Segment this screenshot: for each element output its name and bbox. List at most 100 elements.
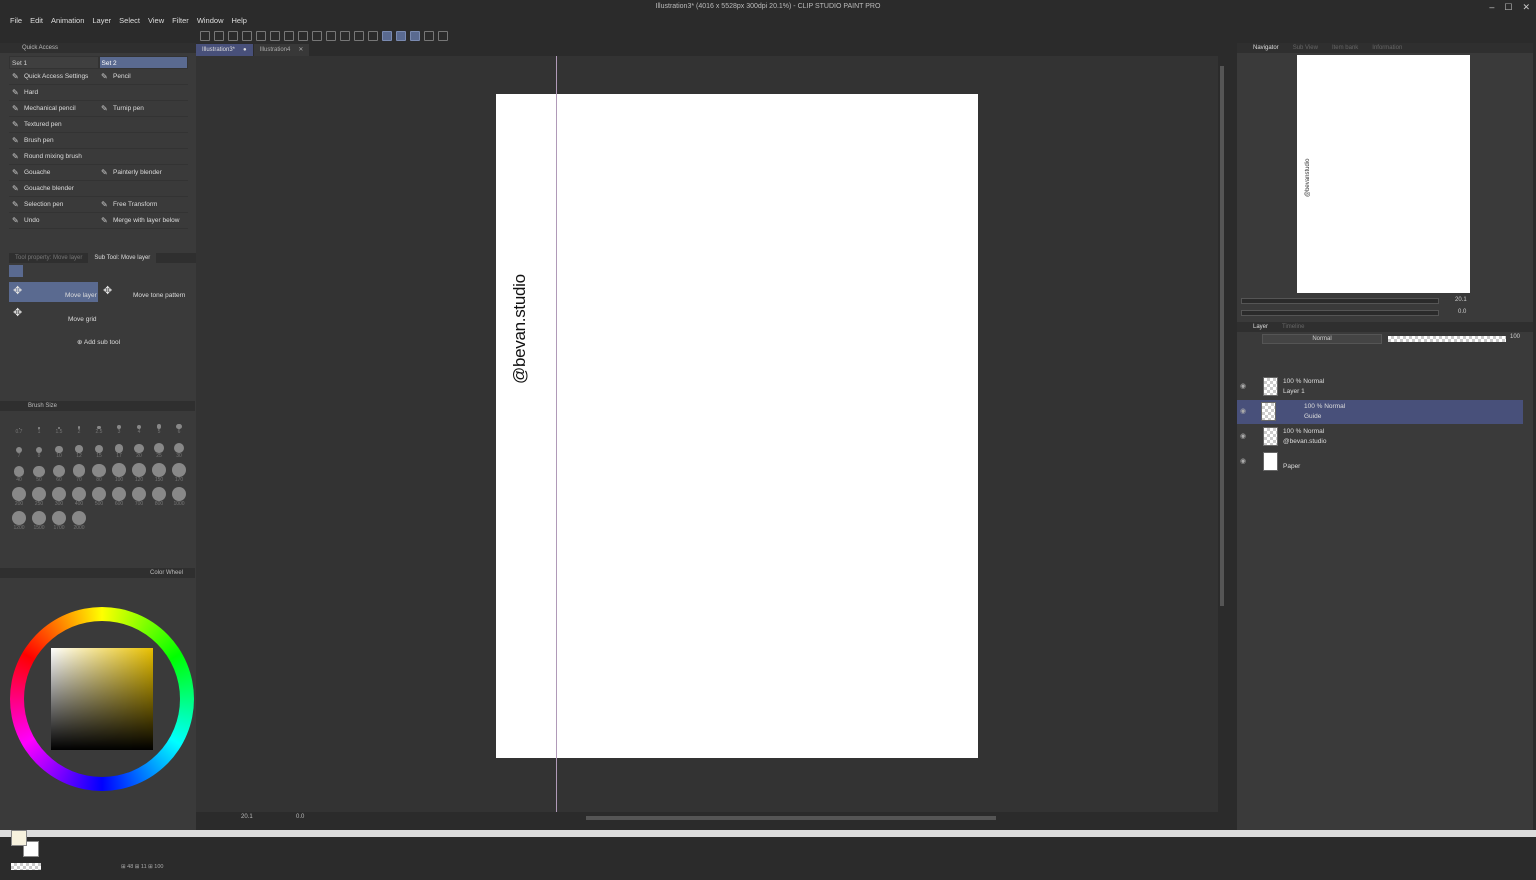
tab-sub-view[interactable]: Sub View [1293,43,1318,53]
move-tool-icon[interactable] [9,265,23,277]
brush-size-preset[interactable]: 2.5 [89,415,109,435]
navigator-rotate-slider[interactable] [1241,310,1439,316]
primary-color-swatch[interactable] [11,830,27,846]
menu-select[interactable]: Select [115,14,144,28]
brush-size-preset[interactable]: 17 [109,439,129,459]
brush-size-preset[interactable]: 1200 [9,511,29,531]
tab-sub-tool[interactable]: Sub Tool: Move layer [88,253,157,263]
vertical-scrollbar[interactable] [1218,56,1226,812]
brush-size-preset[interactable]: 500 [89,487,109,507]
quick-access-item[interactable]: ✎ Hard [9,85,98,101]
brush-size-preset[interactable]: 1.5 [49,415,69,435]
undo-icon[interactable] [256,31,266,41]
brush-size-preset[interactable]: 150 [149,463,169,483]
brush-size-preset[interactable]: 1500 [29,511,49,531]
opacity-value[interactable]: 100 [1510,334,1520,340]
subtool-move-tone-pattern[interactable]: ✥ Move tone pattern [99,282,195,302]
menu-help[interactable]: Help [228,14,251,28]
brush-size-preset[interactable]: 170 [169,463,189,483]
brush-size-preset[interactable]: 50 [29,463,49,483]
quick-access-item[interactable]: ✎ Gouache [9,165,98,181]
layer-row[interactable]: ◉ 100 % Normal Guide [1237,400,1523,424]
close-button[interactable]: ✕ [1522,0,1530,14]
brush-size-preset[interactable]: 5 [149,415,169,435]
menu-file[interactable]: File [6,14,26,28]
crop-icon[interactable] [368,31,378,41]
brush-size-preset[interactable]: 70 [69,463,89,483]
guide-line[interactable] [556,56,557,812]
layer-row[interactable]: ◉ 100 % Normal @bevan.studio [1237,425,1523,449]
transform-icon[interactable] [326,31,336,41]
brush-size-preset[interactable]: 250 [29,487,49,507]
canvas-area[interactable]: @bevan.studio [196,56,1226,812]
quick-access-item[interactable]: ✎ Mechanical pencil [9,101,98,117]
canvas-zoom-value[interactable]: 20.1 [241,814,253,820]
loading-icon[interactable] [284,31,294,41]
canvas-paper[interactable]: @bevan.studio [496,56,978,812]
save-icon[interactable] [242,31,252,41]
fill-icon[interactable] [312,31,322,41]
brush-size-preset[interactable]: 20 [129,439,149,459]
tab-information[interactable]: Information [1372,43,1402,53]
canvas-rotation-value[interactable]: 0.0 [296,814,304,820]
brush-size-preset[interactable]: 8 [29,439,49,459]
layer-row[interactable]: ◉ 100 % Normal Layer 1 [1237,375,1523,399]
brush-size-preset[interactable]: 600 [109,487,129,507]
brush-size-preset[interactable]: 12 [69,439,89,459]
quick-access-item[interactable]: ✎ Pencil [98,69,188,85]
opacity-slider[interactable] [1388,336,1506,342]
eye-icon[interactable]: ◉ [1240,382,1246,390]
brush-size-preset[interactable]: 6 [169,415,189,435]
subtool-move-layer[interactable]: ✥ Move layer [9,282,98,302]
minimize-button[interactable]: – [1489,0,1494,14]
quick-access-item[interactable]: ✎ Quick Access Settings [9,69,98,85]
redo-icon[interactable] [270,31,280,41]
navigator-zoom-value[interactable]: 20.1 [1455,297,1467,303]
brush-size-preset[interactable]: 10 [49,439,69,459]
clear-icon[interactable] [298,31,308,41]
menu-filter[interactable]: Filter [168,14,193,28]
brush-size-preset[interactable]: 1 [29,415,49,435]
snap-special-ruler-icon[interactable] [396,31,406,41]
invert-selection-icon[interactable] [354,31,364,41]
set-1-tab[interactable]: Set 1 [9,56,99,69]
scroll-thumb[interactable] [1220,66,1224,606]
new-file-icon[interactable] [214,31,224,41]
quick-access-item[interactable]: ✎ Turnip pen [98,101,188,117]
brush-size-preset[interactable]: 120 [129,463,149,483]
open-file-icon[interactable] [228,31,238,41]
companion-icon[interactable] [438,31,448,41]
brush-size-preset[interactable]: 40 [9,463,29,483]
quick-access-item[interactable]: ✎ Selection pen [9,197,98,213]
eye-icon[interactable]: ◉ [1240,407,1246,415]
quick-access-item[interactable]: ✎ Gouache blender [9,181,98,197]
ruler-icon[interactable] [424,31,434,41]
brush-size-preset[interactable]: 300 [49,487,69,507]
brush-size-preset[interactable]: 800 [149,487,169,507]
quick-access-item[interactable]: ✎ Round mixing brush [9,149,98,165]
add-sub-tool-button[interactable]: ⊕ Add sub tool [77,338,120,346]
brush-size-preset[interactable]: 25 [149,439,169,459]
horizontal-scrollbar[interactable] [586,816,996,820]
brush-size-preset[interactable]: 80 [89,463,109,483]
brush-size-preset[interactable]: 100 [109,463,129,483]
eye-icon[interactable]: ◉ [1240,457,1246,465]
deselect-icon[interactable] [340,31,350,41]
brush-size-preset[interactable]: 1000 [169,487,189,507]
eye-icon[interactable]: ◉ [1240,432,1246,440]
brush-size-preset[interactable]: 3 [109,415,129,435]
brush-size-preset[interactable]: 200 [9,487,29,507]
brush-size-preset[interactable]: 2 [69,415,89,435]
snap-ruler-icon[interactable] [382,31,392,41]
quick-access-item[interactable]: ✎ Merge with layer below [98,213,188,229]
brush-size-preset[interactable]: 15 [89,439,109,459]
menu-animation[interactable]: Animation [47,14,88,28]
navigator-preview[interactable]: @bevanstudio [1297,55,1470,293]
menu-edit[interactable]: Edit [26,14,47,28]
quick-access-item[interactable]: ✎ Undo [9,213,98,229]
maximize-button[interactable]: ☐ [1504,0,1512,14]
brush-size-preset[interactable]: 2000 [69,511,89,531]
navigator-rotation-value[interactable]: 0.0 [1458,309,1466,315]
brush-size-preset[interactable]: 7 [9,439,29,459]
brush-size-preset[interactable]: 4 [129,415,149,435]
